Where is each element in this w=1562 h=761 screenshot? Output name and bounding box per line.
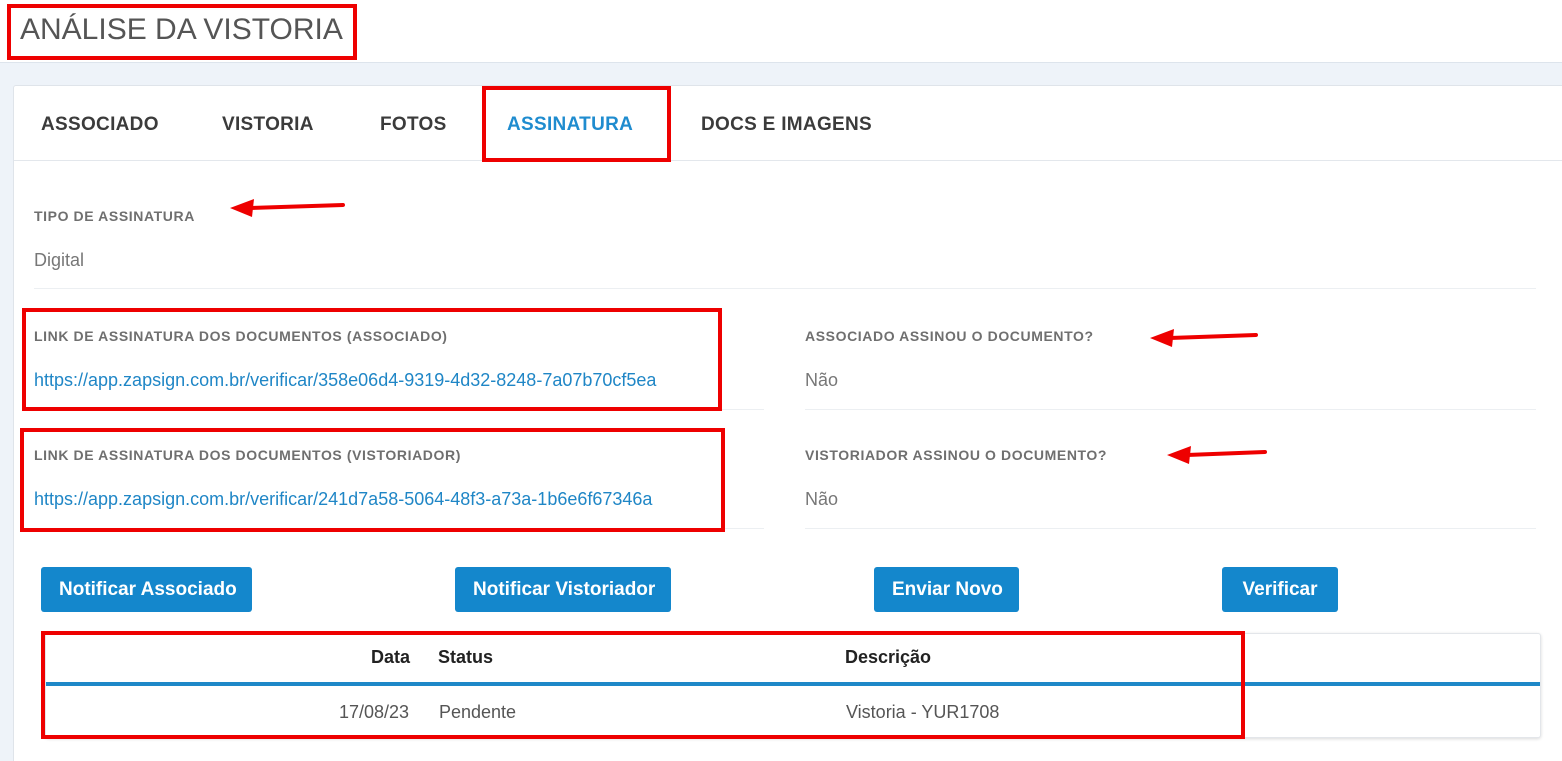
tab-vistoria[interactable]: VISTORIA [222, 114, 314, 136]
send-new-button[interactable]: Enviar Novo [874, 567, 1019, 612]
tab-associado[interactable]: ASSOCIADO [41, 114, 159, 136]
inspector-signed-label: VISTORIADOR ASSINOU O DOCUMENTO? [805, 447, 1108, 463]
annotation-box-inspector-link [20, 428, 725, 532]
signature-type-label: TIPO DE ASSINATURA [34, 208, 195, 224]
tab-bar: ASSOCIADO VISTORIA FOTOS ASSINATURA DOCS… [14, 86, 1562, 161]
divider [805, 409, 1536, 410]
tab-fotos[interactable]: FOTOS [380, 114, 447, 136]
notify-inspector-button[interactable]: Notificar Vistoriador [455, 567, 671, 612]
annotation-arrow-icon [230, 199, 345, 217]
annotation-arrow-icon [1167, 446, 1267, 464]
associate-signed-value: Não [805, 370, 839, 390]
annotation-box-table [41, 631, 1245, 739]
tab-docs-e-imagens[interactable]: DOCS E IMAGENS [701, 114, 872, 136]
annotation-box-associate-link [22, 308, 722, 411]
divider [805, 528, 1536, 529]
inspector-signed-value: Não [805, 489, 839, 509]
notify-associate-button[interactable]: Notificar Associado [41, 567, 252, 612]
annotation-arrow-icon [1150, 329, 1258, 347]
signature-type-value: Digital [34, 250, 85, 270]
annotation-box-title [7, 4, 357, 60]
verify-button[interactable]: Verificar [1222, 567, 1338, 612]
annotation-box-tab [482, 86, 671, 162]
associate-signed-label: ASSOCIADO ASSINOU O DOCUMENTO? [805, 328, 1094, 344]
divider [34, 288, 1536, 289]
